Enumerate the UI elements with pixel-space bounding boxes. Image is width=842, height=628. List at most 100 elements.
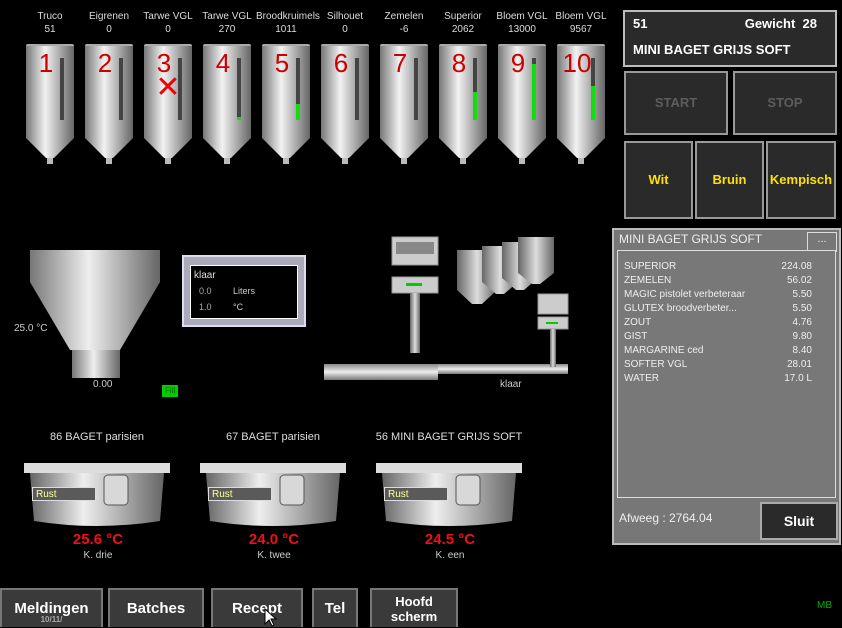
silo-name: Silhouet (326, 11, 364, 22)
ingredient-name: MARGARINE ced (624, 345, 704, 356)
silo-name: Eigrenen (88, 11, 130, 22)
water-liters-unit: Liters (233, 286, 256, 296)
silo-value: 0 (342, 24, 348, 35)
tank-title: 56 MINI BAGET GRIJS SOFT (375, 431, 523, 443)
silo-header: Bloem VGL 9567 (551, 10, 611, 36)
start-button[interactable]: START (624, 71, 728, 135)
silo[interactable]: 7 (380, 44, 428, 164)
silo[interactable]: 9 (498, 44, 546, 164)
silo-value: 2062 (451, 24, 475, 35)
meldingen-button[interactable]: Meldingen 10/11/ (0, 588, 103, 627)
bruin-button[interactable]: Bruin (695, 141, 764, 219)
knead-tank[interactable]: Rust (376, 461, 524, 536)
hoofdscherm-button[interactable]: Hoofd scherm (370, 588, 458, 627)
recept-button[interactable]: Recept (211, 588, 303, 627)
water-liters-value: 0.0 (199, 286, 212, 296)
ingredient-name: ZEMELEN (624, 275, 672, 286)
silo-value: 0 (106, 24, 112, 35)
ingredient-name: GLUTEX broodverbeter... (624, 303, 737, 314)
silo-value: 270 (218, 24, 236, 35)
silo-name: Bloem VGL (555, 11, 607, 22)
silo[interactable]: 4 (203, 44, 251, 164)
silo-number: 8 (451, 48, 467, 78)
silo-name: Bloem VGL (496, 11, 548, 22)
silo-level-fill (473, 92, 477, 120)
tank-label: K. twee (257, 550, 291, 561)
silo-level-fill (296, 104, 300, 120)
silo-value: 0 (165, 24, 171, 35)
silo-name: Truco (37, 11, 63, 22)
ingredient-amount: 5.50 (792, 289, 812, 300)
tank-title: 86 BAGET parisien (50, 431, 144, 443)
silo-number: 7 (392, 48, 408, 78)
silo[interactable]: 3 ✕ (144, 44, 192, 164)
silo[interactable]: 8 (439, 44, 487, 164)
silo[interactable]: 10 (557, 44, 605, 164)
silo[interactable]: 5 (262, 44, 310, 164)
recipe-options-button[interactable]: ... (807, 232, 837, 252)
tel-button[interactable]: Tel (312, 588, 358, 627)
mixer-temperature: 25.0 °C (14, 323, 48, 334)
ingredient-name: GIST (624, 331, 648, 342)
recipe-panel: MINI BAGET GRIJS SOFT ... SUPERIOR 224.08… (612, 228, 841, 545)
ingredient-amount: 8.40 (792, 345, 812, 356)
ingredient-name: ZOUT (624, 317, 652, 328)
tank-temperature: 24.0 °C (248, 531, 300, 548)
mixer-weight: 0.00 (93, 379, 113, 390)
silo-name: Broodkruimels (256, 11, 320, 22)
silo-number: 2 (97, 48, 113, 78)
silo[interactable]: 2 (85, 44, 133, 164)
silo[interactable]: 6 (321, 44, 369, 164)
mouse-cursor-icon (264, 608, 278, 627)
silo-header: Eigrenen 0 (79, 10, 139, 36)
afweeg-total: Afweeg : 2764.04 (619, 511, 713, 525)
silo-header: Broodkruimels 1011 (256, 10, 320, 36)
batch-number: 51 (633, 16, 648, 31)
water-temp-unit: °C (233, 302, 244, 312)
close-button[interactable]: Sluit (760, 502, 838, 540)
fill-indicator: Fill (162, 385, 178, 397)
tank-label: K. drie (83, 550, 113, 561)
tank-temperature: 25.6 °C (72, 531, 124, 548)
product-name: MINI BAGET GRIJS SOFT (633, 42, 791, 57)
silo-number: 6 (333, 48, 349, 78)
ingredient-list: SUPERIOR 224.08 ZEMELEN 56.02 MAGIC pistolet… (617, 250, 836, 498)
ingredient-amount: 56.02 (786, 275, 812, 286)
silo-header: Tarwe VGL 0 (138, 10, 198, 36)
ingredient-amount: 28.01 (786, 359, 812, 370)
silo[interactable]: 1 (26, 44, 74, 164)
recipe-title: MINI BAGET GRIJS SOFT (619, 232, 763, 246)
disabled-x-icon: ✕ (155, 71, 181, 104)
scale-conveyor-icon (324, 236, 569, 380)
tank-label: K. een (435, 550, 465, 561)
hoofd-label: Hoofd (395, 594, 433, 609)
knead-tank[interactable]: Rust (24, 461, 172, 536)
silo-header: Zemelen -6 (374, 10, 434, 36)
tank-status: Rust (208, 487, 272, 501)
silo-value: 13000 (508, 24, 536, 35)
ingredient-amount: 4.76 (792, 317, 812, 328)
silo-value: 9567 (569, 24, 593, 35)
water-temp-value: 1.0 (199, 302, 212, 312)
silo-number: 10 (562, 48, 592, 78)
knead-tank[interactable]: Rust (200, 461, 348, 536)
user-initials: MB (817, 600, 832, 611)
ingredient-name: MAGIC pistolet verbeteraar (624, 289, 746, 300)
silo-number: 9 (510, 48, 526, 78)
tank-status: Rust (384, 487, 448, 501)
silo-number: 4 (215, 48, 231, 78)
wit-button[interactable]: Wit (624, 141, 693, 219)
ingredient-amount: 9.80 (792, 331, 812, 342)
silo-value: -6 (399, 24, 409, 35)
tank-status: Rust (32, 487, 96, 501)
weight-label: Gewicht (744, 16, 796, 31)
batches-button[interactable]: Batches (108, 588, 204, 627)
kempisch-button[interactable]: Kempisch (766, 141, 836, 219)
silo-name: Zemelen (384, 11, 424, 22)
tank-title: 67 BAGET parisien (226, 431, 320, 443)
water-status: klaar (194, 270, 216, 281)
silo-level-fill (591, 86, 595, 120)
silo-name: Tarwe VGL (202, 11, 252, 22)
stop-button[interactable]: STOP (733, 71, 837, 135)
ingredient-name: SOFTER VGL (624, 359, 688, 370)
